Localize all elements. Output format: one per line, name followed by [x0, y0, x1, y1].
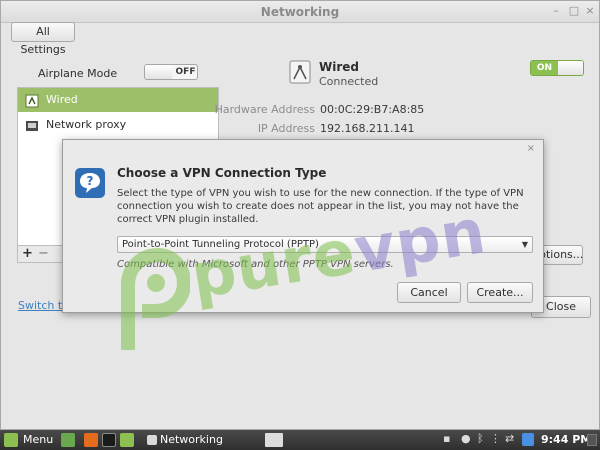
networking-task-icon — [147, 435, 157, 445]
bluetooth-icon[interactable]: ᛒ — [477, 432, 484, 445]
menu-button[interactable]: Menu — [23, 432, 53, 448]
vpn-type-selected: Point-to-Point Tunneling Protocol (PPTP) — [122, 239, 319, 250]
connection-status: Connected — [319, 75, 379, 88]
taskbar: Menu Networking ▪ ● ᛒ ⋮ ⇄ 9:44 PM — [0, 430, 600, 450]
dialog-description: Select the type of VPN you wish to use f… — [117, 188, 524, 225]
cancel-button[interactable]: Cancel — [397, 282, 461, 303]
all-settings-button[interactable]: All Settings — [11, 22, 75, 56]
minimize-icon[interactable]: – — [549, 4, 563, 18]
sidebar-item-wired[interactable]: Wired — [18, 88, 218, 112]
airplane-mode-state: OFF — [175, 67, 196, 77]
wired-network-icon — [25, 93, 39, 108]
vpn-type-dialog: × ? Choose a VPN Connection Type Select … — [62, 139, 544, 313]
maximize-icon[interactable]: □ — [567, 4, 581, 18]
firefox-icon[interactable] — [84, 433, 98, 447]
network-tray-icon[interactable]: ▪ — [443, 432, 450, 445]
toggle-knob — [145, 65, 172, 79]
vpn-type-select[interactable]: Point-to-Point Tunneling Protocol (PPTP)… — [117, 236, 533, 253]
remove-connection-button[interactable]: − — [38, 246, 49, 261]
ip-address-label: IP Address — [257, 122, 315, 135]
show-desktop-icon[interactable] — [61, 433, 75, 447]
titlebar[interactable]: Networking – □ × — [1, 1, 599, 23]
update-shield-icon[interactable] — [522, 433, 534, 446]
task-networking[interactable]: Networking — [160, 432, 223, 448]
wired-connection-icon — [288, 59, 312, 85]
hardware-address-label: Hardware Address — [214, 103, 315, 116]
proxy-icon — [25, 118, 39, 132]
notification-icon[interactable] — [587, 434, 597, 446]
airplane-mode-label: Airplane Mode — [38, 67, 118, 80]
terminal-icon[interactable] — [102, 433, 116, 447]
connection-name: Wired — [319, 60, 359, 74]
dropdown-arrow-icon: ▼ — [521, 240, 528, 249]
wired-toggle-state: ON — [531, 61, 558, 75]
compatibility-note: Compatible with Microsoft and other PPTP… — [117, 259, 394, 270]
network-connection-icon[interactable]: ⇄ — [505, 432, 514, 445]
user-icon[interactable]: ● — [461, 432, 471, 445]
ip-address-value: 192.168.211.141 — [320, 122, 415, 135]
close-window-icon[interactable]: × — [583, 4, 597, 18]
hardware-address-value: 00:0C:29:B7:A8:85 — [320, 103, 425, 116]
create-button[interactable]: Create... — [467, 282, 533, 303]
window-title: Networking — [260, 5, 340, 19]
workspace-switcher-icon[interactable] — [265, 433, 283, 447]
dialog-title: Choose a VPN Connection Type — [117, 166, 327, 180]
clock[interactable]: 9:44 PM — [541, 432, 591, 448]
sidebar-item-network-proxy[interactable]: Network proxy — [18, 113, 218, 137]
mint-menu-icon[interactable] — [4, 433, 18, 447]
dialog-close-icon[interactable]: × — [527, 143, 535, 154]
toggle-knob — [558, 61, 583, 75]
sidebar-item-label: Network proxy — [46, 118, 127, 131]
add-connection-button[interactable]: + — [22, 246, 33, 261]
question-icon: ? — [74, 167, 106, 199]
svg-text:?: ? — [87, 174, 94, 188]
files-icon[interactable] — [120, 433, 134, 447]
wired-toggle[interactable]: ON — [530, 60, 584, 76]
tray-icon[interactable]: ⋮ — [490, 432, 501, 445]
sidebar-item-label: Wired — [46, 93, 78, 106]
airplane-mode-toggle[interactable]: OFF — [144, 64, 198, 80]
